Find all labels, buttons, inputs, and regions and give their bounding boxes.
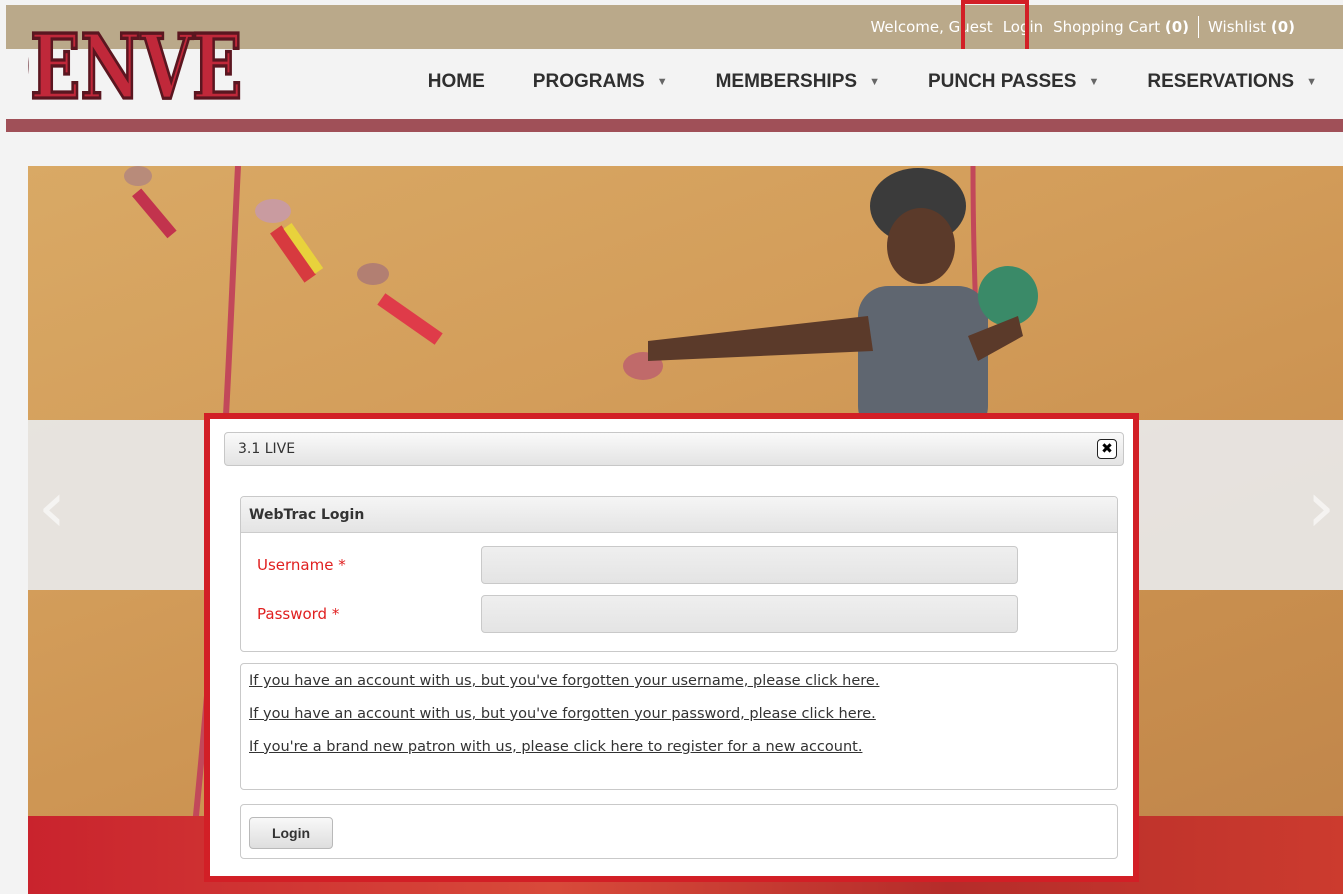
chevron-down-icon: ▼ [869,76,880,88]
nav-reservations[interactable]: RESERVATIONS ▼ [1147,71,1317,93]
wishlist-count: (0) [1270,18,1295,36]
login-button[interactable]: Login [249,817,333,849]
chevron-left-icon[interactable]: ‹ [38,466,66,548]
chevron-right-icon[interactable]: › [1307,466,1335,548]
login-panel: WebTrac Login Username * Password * [240,496,1118,652]
site-header: DENVER HOME PROGRAMS ▼ MEMBERSHIPS ▼ PUN… [6,14,1343,121]
nav-programs[interactable]: PROGRAMS ▼ [533,71,668,93]
shopping-cart-count: (0) [1164,18,1190,36]
utility-links: Welcome, Guest Login Shopping Cart (0) W… [870,5,1295,49]
nav-reservations-label: RESERVATIONS [1147,71,1295,92]
register-link[interactable]: If you're a brand new patron with us, pl… [249,739,1109,756]
modal-title: 3.1 LIVE [238,441,296,457]
nav-memberships[interactable]: MEMBERSHIPS ▼ [716,71,880,93]
forgot-password-link[interactable]: If you have an account with us, but you'… [249,706,1109,723]
help-links-panel: If you have an account with us, but you'… [240,663,1118,790]
shopping-cart-label: Shopping Cart [1053,18,1161,36]
nav-home-label: HOME [427,71,485,92]
username-input[interactable] [481,546,1018,584]
shopping-cart-link[interactable]: Shopping Cart (0) [1053,18,1189,36]
username-label: Username * [257,556,346,574]
nav-home[interactable]: HOME [428,71,485,93]
password-label: Password * [257,605,340,623]
actions-panel: Login [240,804,1118,859]
nav-programs-label: PROGRAMS [532,71,645,92]
chevron-down-icon: ▼ [1088,76,1100,88]
password-row: Password * [257,595,1018,633]
nav-memberships-label: MEMBERSHIPS [715,71,858,92]
close-icon[interactable]: ✖ [1097,439,1117,459]
username-row: Username * [257,546,1018,584]
header-red-band [6,119,1343,132]
modal-titlebar: 3.1 LIVE ✖ [224,432,1124,466]
login-modal: 3.1 LIVE ✖ WebTrac Login Username * Pass… [204,413,1139,882]
chevron-down-icon: ▼ [656,76,668,88]
chevron-down-icon: ▼ [1306,76,1317,88]
logo-text: DENVER [28,15,243,120]
main-nav: HOME PROGRAMS ▼ MEMBERSHIPS ▼ PUNCH PASS… [380,71,1317,93]
password-input[interactable] [481,595,1018,633]
wishlist-link[interactable]: Wishlist (0) [1208,18,1295,36]
wishlist-label: Wishlist [1208,18,1267,36]
forgot-username-link[interactable]: If you have an account with us, but you'… [249,673,1109,690]
welcome-text: Welcome, Guest [870,18,993,36]
denver-logo[interactable]: DENVER [28,13,243,133]
login-link[interactable]: Login [999,18,1047,36]
panel-title: WebTrac Login [241,497,1117,533]
divider [1198,16,1200,38]
nav-punch-passes-label: PUNCH PASSES [927,71,1077,92]
nav-punch-passes[interactable]: PUNCH PASSES ▼ [928,71,1099,93]
